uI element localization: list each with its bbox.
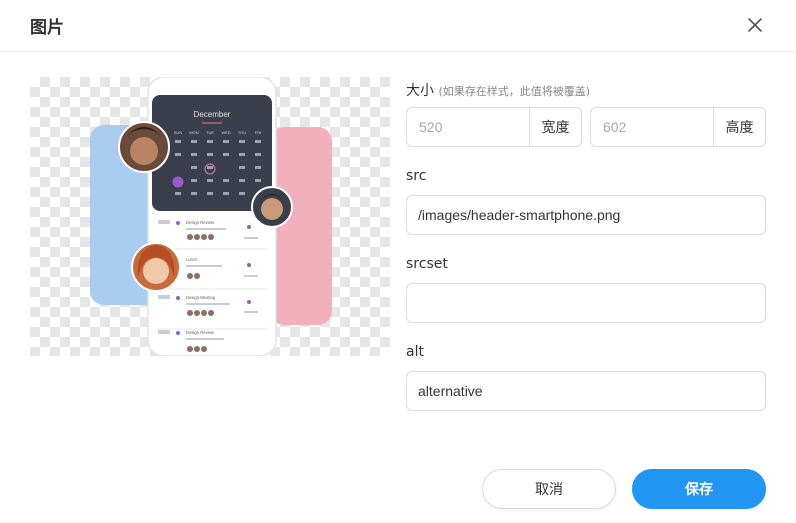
weekday-label: TUE [206, 130, 214, 135]
weekday-label: MON [189, 130, 198, 135]
srcset-label: srcset [406, 256, 448, 272]
dialog-header: 图片 [0, 0, 796, 52]
srcset-input[interactable] [406, 283, 766, 323]
size-label-text: 大小 [406, 83, 434, 99]
width-input[interactable] [407, 108, 529, 146]
event-title: Design Review [186, 220, 215, 225]
event-title: Design Meeting [186, 295, 216, 300]
dialog-title: 图片 [30, 18, 64, 38]
cancel-button[interactable]: 取消 [482, 469, 616, 509]
event-title: Lunch [186, 257, 198, 262]
alt-label: alt [406, 344, 424, 360]
image-dialog: 图片 December SUN MON TUE WED THU FRI Desi… [0, 0, 796, 523]
avatar [251, 186, 293, 228]
weekday-label: SUN [174, 130, 183, 135]
src-input[interactable] [406, 195, 766, 235]
event-title: Design Review [186, 330, 215, 335]
height-unit-label: 高度 [713, 108, 765, 146]
calendar-month: December [194, 110, 231, 119]
size-label: 大小 (如果存在样式，此值将被覆盖) [406, 80, 590, 100]
height-input[interactable] [591, 108, 713, 146]
height-field-group: 高度 [590, 107, 766, 147]
weekday-label: WED [221, 130, 230, 135]
avatar [118, 121, 170, 173]
close-icon[interactable] [744, 14, 766, 36]
save-button[interactable]: 保存 [632, 469, 766, 509]
width-field-group: 宽度 [406, 107, 582, 147]
avatar [131, 242, 181, 292]
width-unit-label: 宽度 [529, 108, 581, 146]
image-preview: December SUN MON TUE WED THU FRI Design … [30, 77, 390, 356]
alt-input[interactable] [406, 371, 766, 411]
size-hint: (如果存在样式，此值将被覆盖) [438, 85, 591, 98]
weekday-label: THU [238, 130, 246, 135]
weekday-label: FRI [255, 130, 261, 135]
src-label: src [406, 168, 427, 184]
